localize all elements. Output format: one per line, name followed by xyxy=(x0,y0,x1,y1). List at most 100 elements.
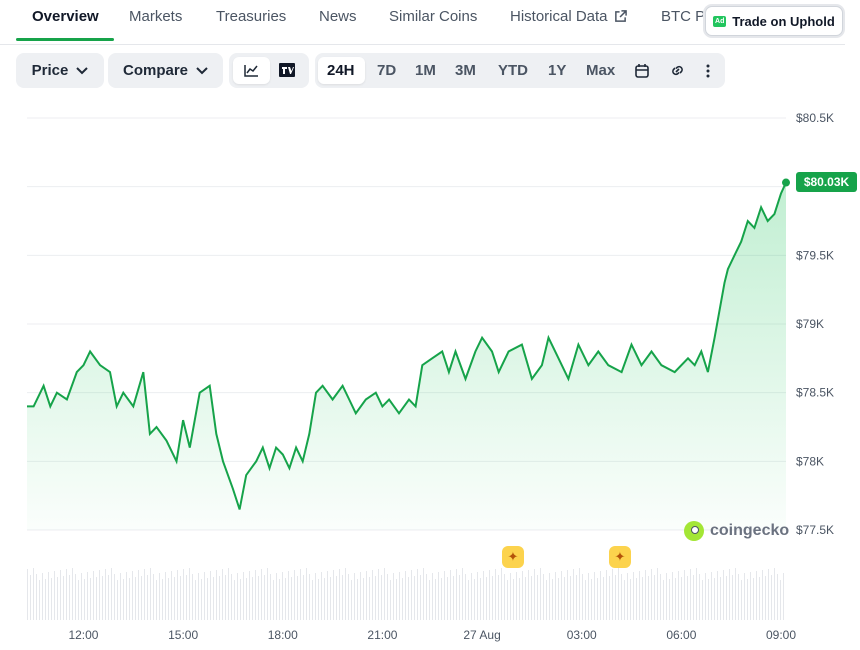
range-1m[interactable]: 1M xyxy=(415,62,436,79)
volume-bar xyxy=(525,577,526,620)
x-tick-label: 21:00 xyxy=(367,628,397,642)
volume-bar xyxy=(120,573,121,620)
link-icon[interactable] xyxy=(669,63,686,78)
tab-overview[interactable]: Overview xyxy=(32,8,99,25)
volume-bar xyxy=(591,579,592,620)
y-tick-label: $78K xyxy=(796,454,824,468)
volume-bar xyxy=(477,572,478,620)
volume-bar xyxy=(192,574,193,620)
line-chart-button[interactable] xyxy=(233,57,270,84)
volume-bar xyxy=(468,580,469,620)
volume-bar xyxy=(249,571,250,620)
volume-bar xyxy=(459,575,460,620)
volume-bar xyxy=(357,579,358,620)
compare-dropdown[interactable]: Compare xyxy=(108,53,223,88)
volume-bar xyxy=(234,580,235,620)
volume-bar xyxy=(555,572,556,620)
volume-bar xyxy=(396,579,397,620)
volume-bar xyxy=(696,568,697,620)
tab-markets[interactable]: Markets xyxy=(129,8,182,25)
x-tick-label: 03:00 xyxy=(567,628,597,642)
range-ytd[interactable]: YTD xyxy=(498,62,528,79)
volume-bar xyxy=(255,570,256,620)
volume-bar xyxy=(765,576,766,620)
price-dropdown-label: Price xyxy=(31,62,69,79)
volume-bar xyxy=(561,571,562,620)
volume-bar xyxy=(345,568,346,620)
volume-bar xyxy=(558,578,559,620)
range-1y[interactable]: 1Y xyxy=(548,62,566,79)
volume-bar xyxy=(63,576,64,620)
volume-bar xyxy=(369,577,370,620)
volume-bar xyxy=(81,573,82,620)
volume-bar xyxy=(627,573,628,620)
volume-bar xyxy=(159,573,160,620)
volume-bar xyxy=(402,578,403,620)
volume-bar xyxy=(225,575,226,620)
volume-bar xyxy=(288,571,289,620)
volume-bar xyxy=(570,576,571,620)
range-max[interactable]: Max xyxy=(586,62,615,79)
tab-treasuries[interactable]: Treasuries xyxy=(216,8,286,25)
volume-bar xyxy=(237,573,238,620)
volume-bar xyxy=(336,576,337,620)
volume-bar xyxy=(432,573,433,620)
calendar-icon[interactable] xyxy=(635,64,649,78)
event-marker[interactable]: ✦ xyxy=(609,546,631,568)
volume-bar xyxy=(735,568,736,620)
volume-bar xyxy=(171,571,172,620)
volume-bar xyxy=(666,573,667,620)
volume-bar xyxy=(291,577,292,620)
volume-bar xyxy=(366,571,367,620)
tab-btc-price[interactable]: BTC P xyxy=(661,8,705,25)
range-7d[interactable]: 7D xyxy=(377,62,396,79)
volume-bar xyxy=(495,569,496,620)
tab-news[interactable]: News xyxy=(319,8,357,25)
volume-bar xyxy=(96,577,97,620)
volume-bar xyxy=(729,569,730,620)
volume-bar xyxy=(372,570,373,620)
volume-bar xyxy=(186,575,187,620)
volume-bar xyxy=(258,576,259,620)
tab-historical-data-label: Historical Data xyxy=(510,8,608,25)
tradingview-icon[interactable] xyxy=(279,63,295,77)
volume-bar xyxy=(444,571,445,620)
volume-bar xyxy=(303,575,304,620)
tab-similar-coins[interactable]: Similar Coins xyxy=(389,8,477,25)
volume-bar xyxy=(582,574,583,620)
volume-bar xyxy=(519,578,520,620)
price-dropdown[interactable]: Price xyxy=(16,53,104,88)
event-marker[interactable]: ✦ xyxy=(502,546,524,568)
volume-bar xyxy=(630,579,631,620)
volume-bar xyxy=(720,577,721,620)
volume-bar xyxy=(327,571,328,620)
chart-type-toggle xyxy=(229,53,309,88)
more-icon[interactable] xyxy=(706,64,710,78)
tab-historical-data[interactable]: Historical Data xyxy=(510,8,627,25)
volume-bar xyxy=(279,579,280,620)
volume-bar xyxy=(606,570,607,620)
volume-bar xyxy=(486,577,487,620)
x-tick-label: 27 Aug xyxy=(463,628,500,642)
price-chart[interactable]: $77.5K $78K $78.5K $79K $79.5K $80.5K 12:00 15… xyxy=(0,100,860,650)
volume-bar xyxy=(732,575,733,620)
volume-bar xyxy=(714,578,715,620)
watermark-text: coingecko xyxy=(710,522,790,539)
volume-bar xyxy=(549,573,550,620)
volume-bar xyxy=(210,571,211,620)
volume-bar xyxy=(429,580,430,620)
volume-bar xyxy=(315,573,316,620)
volume-bar xyxy=(585,580,586,620)
volume-bar xyxy=(423,568,424,620)
volume-bar xyxy=(594,572,595,620)
volume-bar xyxy=(153,574,154,620)
volume-bar xyxy=(321,572,322,620)
x-tick-label: 09:00 xyxy=(766,628,796,642)
range-3m[interactable]: 3M xyxy=(455,62,476,79)
volume-bar xyxy=(162,579,163,620)
volume-bar xyxy=(33,568,34,620)
volume-bar xyxy=(759,577,760,620)
range-24h[interactable]: 24H xyxy=(327,62,355,79)
volume-bar xyxy=(636,578,637,620)
trade-on-uphold-button[interactable]: Ad Trade on Uphold xyxy=(705,6,843,36)
